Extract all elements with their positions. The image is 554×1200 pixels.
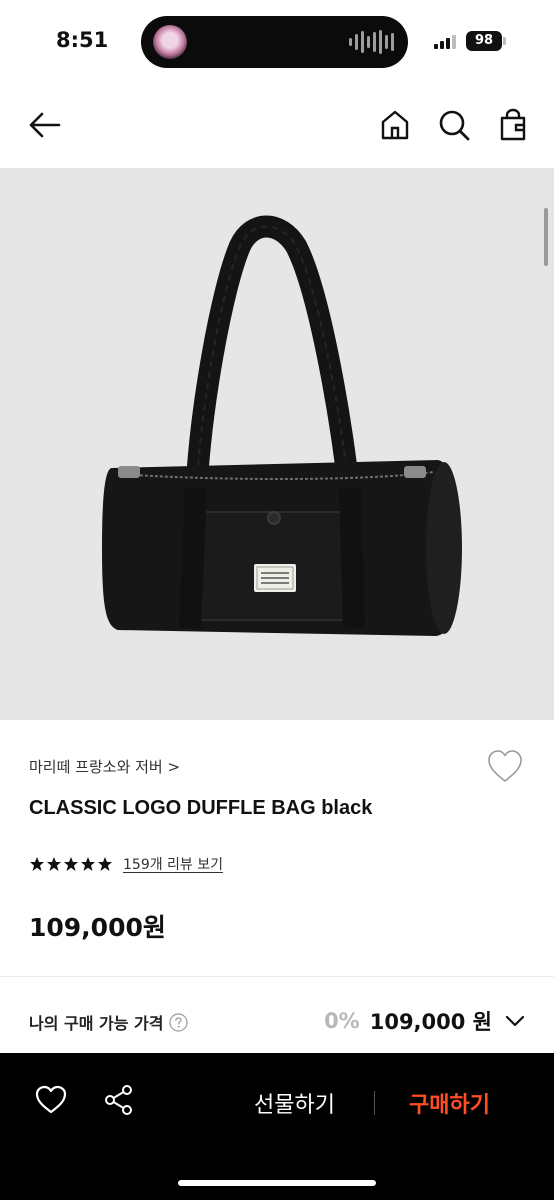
star-icon xyxy=(30,857,44,871)
dynamic-island[interactable] xyxy=(141,16,408,68)
product-price: 109,000원 xyxy=(29,913,166,942)
chevron-down-icon[interactable] xyxy=(504,1010,526,1032)
wishlist-heart-icon[interactable] xyxy=(486,748,524,786)
my-price-label: 나의 구매 가능 가격 xyxy=(29,1010,189,1034)
search-icon[interactable] xyxy=(435,106,473,144)
star-icon xyxy=(47,857,61,871)
buy-button[interactable]: 구매하기 xyxy=(409,1087,490,1119)
image-scrollbar[interactable] xyxy=(544,208,548,266)
star-icon xyxy=(64,857,78,871)
home-indicator[interactable] xyxy=(178,1180,376,1186)
product-image[interactable] xyxy=(0,168,554,720)
now-playing-thumbnail xyxy=(153,25,187,59)
duffle-bag-illustration xyxy=(102,215,462,636)
top-nav xyxy=(0,94,554,158)
review-link[interactable]: 159개 리뷰 보기 xyxy=(123,854,223,874)
discount-rate: 0% xyxy=(324,1009,360,1033)
my-price-label-text: 나의 구매 가능 가격 xyxy=(29,1014,164,1033)
back-arrow-icon[interactable] xyxy=(26,106,64,144)
status-time: 8:51 xyxy=(56,28,109,52)
help-icon[interactable] xyxy=(169,1012,189,1032)
gift-button[interactable]: 선물하기 xyxy=(254,1087,335,1119)
star-icon xyxy=(98,857,112,871)
signal-icon xyxy=(434,35,456,49)
shopping-bag-icon[interactable] xyxy=(494,106,532,144)
rating-stars xyxy=(29,856,113,872)
home-icon[interactable] xyxy=(376,106,414,144)
share-icon[interactable] xyxy=(102,1083,136,1117)
button-separator xyxy=(374,1091,375,1115)
audio-waveform-icon xyxy=(349,30,394,54)
brand-link[interactable]: 마리떼 프랑소와 저버 > xyxy=(29,756,180,777)
divider xyxy=(0,976,554,977)
my-price-toggle[interactable]: 0% 109,000 원 xyxy=(324,1006,526,1036)
battery-icon: 98 xyxy=(466,31,502,51)
rating-row: 159개 리뷰 보기 xyxy=(29,854,223,874)
battery-cap xyxy=(503,37,506,45)
product-title: CLASSIC LOGO DUFFLE BAG black xyxy=(29,797,373,819)
like-heart-icon[interactable] xyxy=(34,1083,68,1117)
bottom-action-bar: 선물하기 구매하기 xyxy=(0,1053,554,1200)
my-price-value: 109,000 원 xyxy=(369,1010,492,1034)
star-icon xyxy=(81,857,95,871)
status-bar: 8:51 98 xyxy=(0,0,554,84)
